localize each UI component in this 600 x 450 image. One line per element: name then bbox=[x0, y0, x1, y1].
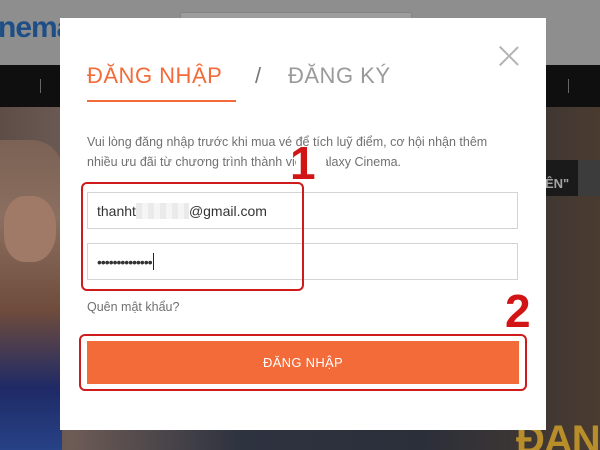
hero-right-label: ÊN" bbox=[545, 176, 570, 191]
hero-person-image bbox=[0, 140, 62, 450]
annotation-number-1: 1 bbox=[290, 137, 316, 189]
tab-login[interactable]: ĐĂNG NHẬP bbox=[87, 63, 222, 89]
nav-divider bbox=[568, 79, 569, 93]
annotation-box-step-1 bbox=[81, 182, 304, 291]
close-icon[interactable] bbox=[498, 45, 520, 67]
nav-divider bbox=[40, 79, 41, 93]
hero-person-face bbox=[4, 196, 56, 262]
tab-separator: / bbox=[255, 63, 262, 88]
annotation-number-2: 2 bbox=[505, 285, 531, 337]
forgot-password-link[interactable]: Quên mật khẩu? bbox=[87, 300, 179, 314]
hero-right-side bbox=[578, 160, 600, 196]
tab-login-underline bbox=[87, 100, 236, 102]
annotation-box-step-2 bbox=[79, 334, 527, 391]
tab-register[interactable]: ĐĂNG KÝ bbox=[288, 63, 391, 89]
